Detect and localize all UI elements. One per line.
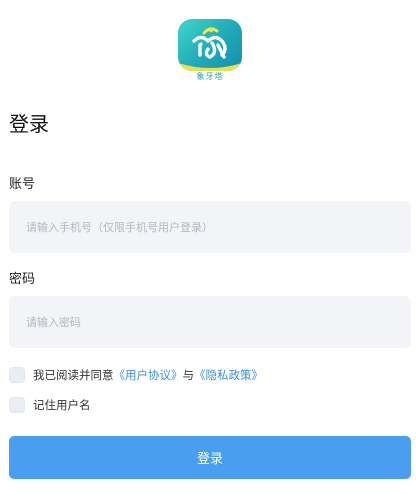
- app-logo: 象牙塔: [178, 19, 242, 83]
- elephant-logo-icon: [178, 19, 242, 71]
- agreement-row: 我已阅读并同意 《用户协议》 与 《隐私政策》: [9, 367, 263, 383]
- password-input[interactable]: [9, 296, 411, 348]
- agreement-conjunction: 与: [182, 368, 195, 382]
- agreement-prefix: 我已阅读并同意: [33, 368, 114, 382]
- privacy-policy-link[interactable]: 《隐私政策》: [194, 367, 263, 383]
- login-button[interactable]: 登录: [9, 436, 411, 479]
- password-label: 密码: [9, 272, 36, 287]
- page-title: 登录: [9, 112, 49, 136]
- account-label: 账号: [9, 177, 36, 192]
- remember-username-checkbox[interactable]: [9, 397, 25, 413]
- agreement-checkbox[interactable]: [9, 367, 25, 383]
- remember-row: 记住用户名: [9, 397, 91, 413]
- remember-username-label: 记住用户名: [33, 398, 91, 412]
- account-input[interactable]: [9, 201, 411, 253]
- logo-caption: 象牙塔: [196, 72, 224, 81]
- user-agreement-link[interactable]: 《用户协议》: [114, 367, 183, 383]
